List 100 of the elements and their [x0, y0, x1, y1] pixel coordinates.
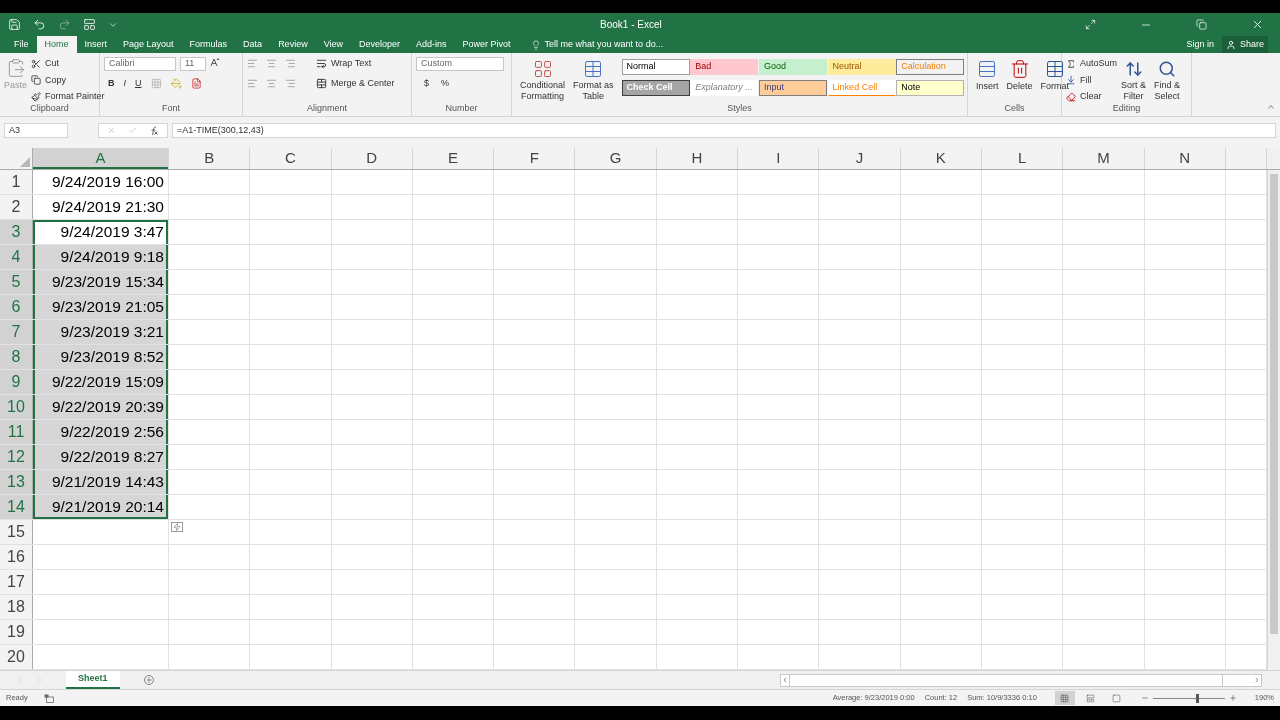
undo-icon[interactable] [33, 18, 46, 31]
ribbon-tab[interactable]: Add-ins [408, 36, 455, 53]
cell-style[interactable]: Normal [621, 59, 690, 75]
add-sheet-icon[interactable] [143, 675, 154, 685]
cell-style[interactable]: Neutral [827, 59, 896, 75]
row-header[interactable]: 16 [0, 545, 33, 569]
column-header[interactable]: C [250, 148, 332, 169]
column-header[interactable]: D [331, 148, 413, 169]
zoom-in-icon[interactable] [1228, 694, 1237, 702]
column-header[interactable]: N [1144, 148, 1226, 169]
row-header[interactable]: 4 [0, 245, 33, 269]
row-header[interactable]: 20 [0, 645, 33, 669]
name-box[interactable]: A3 [4, 123, 68, 138]
share-button[interactable]: Share [1221, 36, 1268, 53]
font-grow-icon[interactable] [210, 57, 220, 67]
macro-record-icon[interactable] [43, 693, 54, 703]
align-left-icon[interactable] [247, 77, 258, 89]
delete-button[interactable]: Delete [1002, 57, 1037, 102]
row-header[interactable]: 18 [0, 595, 33, 619]
column-header[interactable]: H [656, 148, 739, 169]
ribbon-tab[interactable]: Insert [76, 36, 116, 53]
align-right-icon[interactable] [285, 77, 296, 89]
zoom-out-icon[interactable] [1140, 694, 1149, 702]
column-header[interactable]: I [738, 148, 820, 169]
sort-filter-button[interactable]: Sort & Filter [1117, 57, 1151, 102]
row-header[interactable]: 19 [0, 620, 33, 644]
vertical-scrollbar[interactable] [1269, 174, 1278, 634]
row-header[interactable]: 6 [0, 295, 33, 319]
ribbon-tab[interactable]: Data [235, 36, 271, 53]
ribbon-tab[interactable]: View [315, 36, 351, 53]
column-header[interactable]: B [169, 148, 251, 169]
column-header[interactable]: F [494, 148, 576, 169]
column-header[interactable]: J [819, 148, 901, 169]
row-header[interactable]: 14 [0, 495, 33, 519]
top-align-icon[interactable] [247, 58, 258, 70]
close-icon[interactable] [1251, 18, 1264, 31]
scroll-left-icon[interactable] [781, 676, 789, 684]
column-header[interactable]: K [900, 148, 982, 169]
row-header[interactable]: 1 [0, 170, 33, 194]
fill-color-icon[interactable] [170, 78, 182, 90]
percent-button[interactable]: % [441, 77, 450, 91]
row-header[interactable]: 2 [0, 195, 33, 219]
bottom-align-icon[interactable] [285, 58, 296, 70]
ribbon-tab[interactable]: File [6, 36, 37, 53]
lightbulb-icon[interactable] [530, 39, 541, 50]
row-header[interactable]: 11 [0, 420, 33, 444]
ribbon-tab[interactable]: Review [270, 36, 316, 53]
copy-button[interactable]: Copy [31, 73, 105, 87]
merge-center-button[interactable]: Merge & Center [316, 76, 395, 90]
formula-field[interactable]: =A1-TIME(300,12,43) [172, 123, 1276, 138]
row-header[interactable]: 7 [0, 320, 33, 344]
format-as-table-button[interactable]: Format as Table [569, 57, 618, 102]
row-header[interactable]: 3 [0, 220, 33, 244]
ribbon-tab[interactable]: Formulas [181, 36, 236, 53]
borders-icon[interactable] [150, 78, 162, 90]
column-header[interactable]: L [981, 148, 1064, 169]
insert-button[interactable]: Insert [972, 57, 1003, 102]
cell-style[interactable]: Note [896, 80, 965, 96]
cell-style[interactable]: Bad [690, 59, 759, 75]
wrap-text-button[interactable]: Wrap Text [316, 57, 372, 71]
row-header[interactable]: 10 [0, 395, 33, 419]
currency-button[interactable]: $ [424, 77, 429, 91]
cell-style[interactable]: Good [758, 59, 827, 75]
cut-button[interactable]: Cut [31, 57, 105, 71]
italic-button[interactable]: I [123, 77, 126, 91]
number-format-field[interactable]: Custom [416, 57, 504, 71]
row-header[interactable]: 17 [0, 570, 33, 594]
middle-align-icon[interactable] [266, 58, 277, 70]
find-select-button[interactable]: Find & Select [1150, 57, 1185, 102]
horizontal-scrollbar[interactable] [789, 674, 1223, 686]
row-header[interactable]: 9 [0, 370, 33, 394]
cell-style[interactable]: Input [758, 80, 827, 96]
view-button[interactable] [1054, 691, 1075, 705]
ribbon-tab[interactable]: Page Layout [115, 36, 182, 53]
function-icon[interactable] [149, 125, 159, 136]
row-header[interactable]: 13 [0, 470, 33, 494]
column-header[interactable]: G [575, 148, 657, 169]
restore-icon[interactable] [1196, 19, 1207, 30]
tell-me-field[interactable]: Tell me what you want to do... [544, 37, 664, 52]
ribbon-tab[interactable]: Home [36, 36, 77, 53]
cancel-icon[interactable] [107, 126, 116, 135]
row-header[interactable]: 15 [0, 520, 33, 544]
save-icon[interactable] [8, 18, 21, 31]
row-header[interactable]: 5 [0, 270, 33, 294]
row-header[interactable]: 12 [0, 445, 33, 469]
bold-button[interactable]: B [108, 77, 115, 91]
format-painter-button[interactable]: Format Painter [31, 90, 105, 104]
column-header[interactable]: M [1063, 148, 1145, 169]
sign-in-link[interactable]: Sign in [1186, 37, 1214, 52]
ribbon-tab[interactable]: Developer [351, 36, 409, 53]
font-name-field[interactable]: Calibri [104, 57, 176, 71]
select-all-icon[interactable] [20, 157, 30, 167]
underline-button[interactable]: U [135, 77, 142, 91]
conditional-formatting-button[interactable]: Conditional Formatting [516, 57, 570, 102]
align-center-icon[interactable] [266, 77, 277, 89]
quick-analysis-icon[interactable] [171, 522, 183, 532]
row-header[interactable]: 8 [0, 345, 33, 369]
enter-icon[interactable] [128, 126, 137, 135]
cell-style[interactable]: Explanatory ... [690, 80, 759, 96]
ribbon-tab[interactable]: Power Pivot [454, 36, 519, 53]
